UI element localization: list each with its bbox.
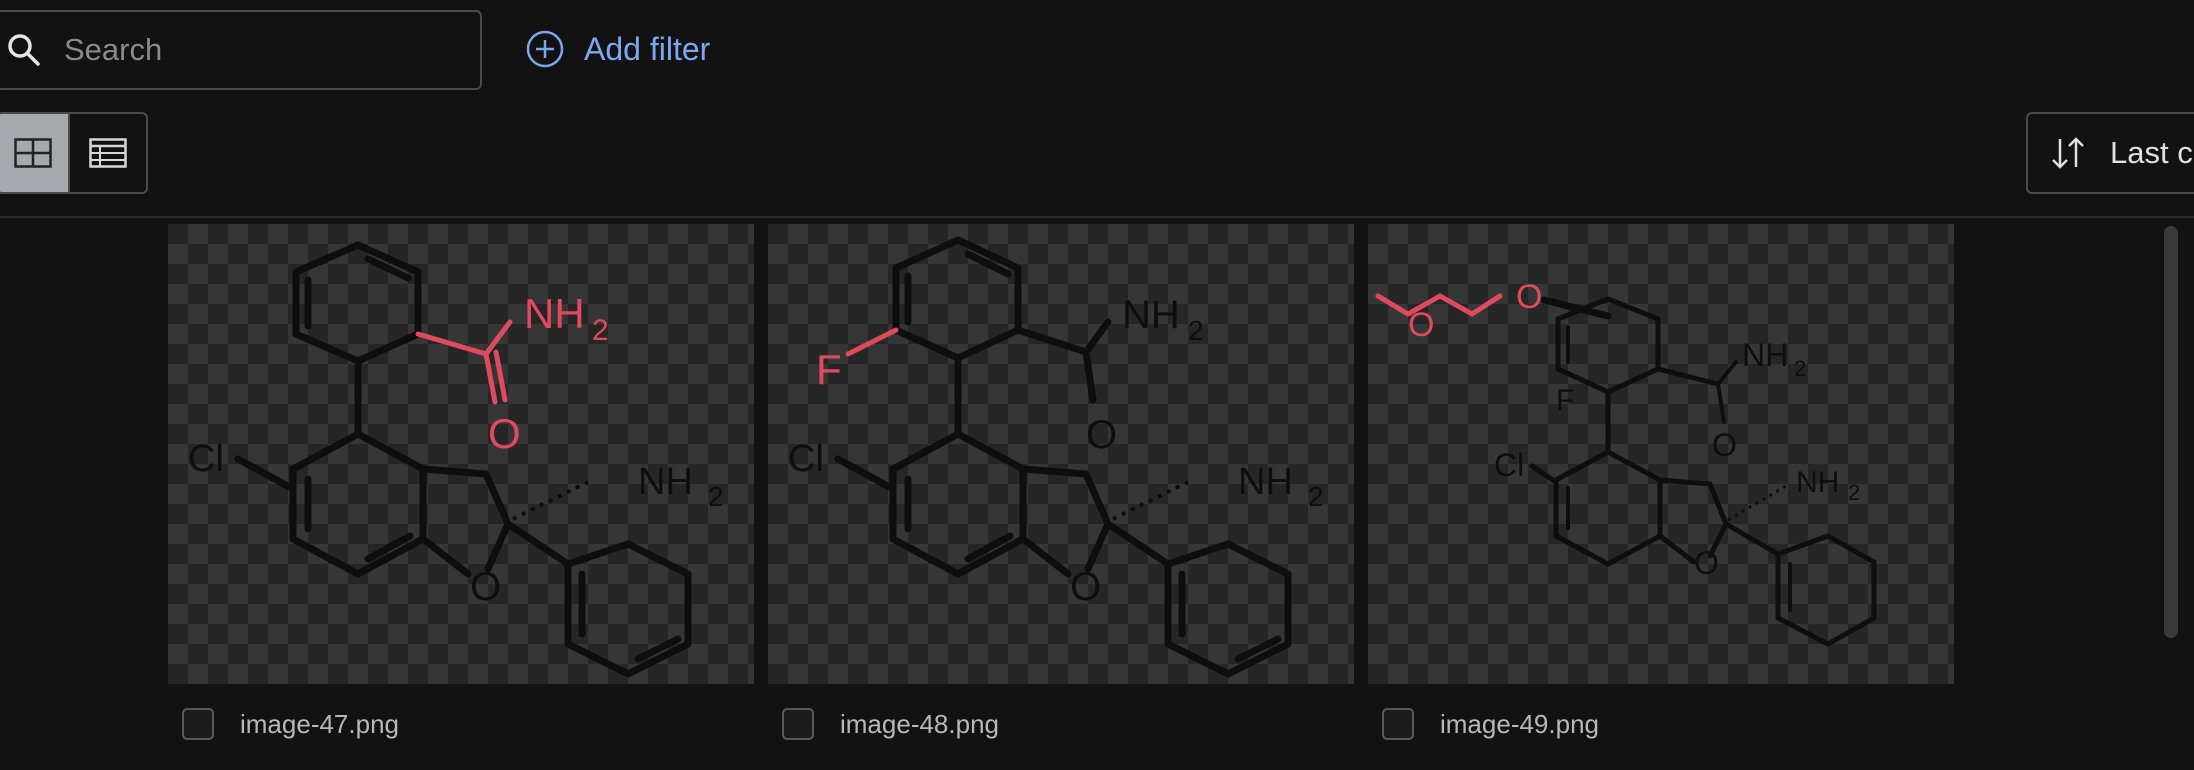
- nh2-side-label: NH: [1796, 466, 1839, 499]
- cl-label: Cl: [1494, 447, 1524, 483]
- o-label: O: [488, 410, 521, 457]
- gallery-card[interactable]: F NH 2 O Cl O NH 2 image-48.png: [768, 224, 1354, 740]
- nh2-side-label: NH: [1238, 461, 1293, 503]
- molecule-structure: O O F NH 2 O Cl O NH 2: [1375, 278, 1877, 647]
- select-checkbox[interactable]: [182, 708, 214, 740]
- o-label: O: [1712, 427, 1737, 463]
- file-name: image-48.png: [840, 708, 999, 739]
- nh2-label: NH: [1122, 293, 1180, 337]
- add-filter-button[interactable]: Add filter: [524, 28, 710, 70]
- view-toggle: [0, 112, 148, 194]
- o-label: O: [1086, 413, 1117, 457]
- add-filter-label: Add filter: [584, 30, 711, 67]
- nh2-side-label: NH: [638, 461, 693, 503]
- f-label: F: [1556, 384, 1574, 417]
- table-icon: [89, 138, 127, 168]
- plus-circle-icon: [526, 30, 564, 68]
- card-caption: image-49.png: [1382, 708, 1954, 740]
- select-checkbox[interactable]: [782, 708, 814, 740]
- molecule-structure: NH 2 O Cl O NH 2: [188, 241, 724, 678]
- toolbar-divider: [0, 216, 2194, 218]
- search-icon: [8, 34, 40, 66]
- sort-button[interactable]: Last c: [2026, 112, 2194, 194]
- ring-o-label: O: [1070, 565, 1101, 609]
- sort-label: Last c: [2110, 135, 2193, 170]
- search-input[interactable]: [62, 31, 426, 69]
- card-caption: image-48.png: [782, 708, 1354, 740]
- molecule-structure: F NH 2 O Cl O NH 2: [788, 236, 1324, 678]
- nh2-subscript: 2: [592, 314, 609, 347]
- app-root: Add filter Last c: [0, 0, 2194, 770]
- cl-label: Cl: [788, 438, 824, 480]
- nh2-subscript: 2: [1794, 356, 1806, 381]
- nh2-side-subscript: 2: [1308, 481, 1324, 512]
- search-box[interactable]: [0, 10, 482, 90]
- nh2-label: NH: [524, 290, 585, 337]
- o1-label: O: [1408, 306, 1434, 344]
- image-thumbnail[interactable]: NH 2 O Cl O NH 2: [168, 224, 754, 684]
- select-checkbox[interactable]: [1382, 708, 1414, 740]
- nh2-side-subscript: 2: [708, 481, 724, 512]
- grid-icon: [14, 138, 52, 168]
- nh2-side-subscript: 2: [1848, 480, 1860, 505]
- image-thumbnail[interactable]: O O F NH 2 O Cl O NH 2: [1368, 224, 1954, 684]
- o2-label: O: [1516, 278, 1542, 316]
- card-caption: image-47.png: [182, 708, 754, 740]
- nh2-subscript: 2: [1188, 315, 1204, 346]
- vertical-scrollbar[interactable]: [2164, 226, 2178, 638]
- gallery-card[interactable]: O O F NH 2 O Cl O NH 2 image-49.png: [1368, 224, 1954, 740]
- image-thumbnail[interactable]: F NH 2 O Cl O NH 2: [768, 224, 1354, 684]
- ring-o-label: O: [1694, 545, 1719, 581]
- f-label: F: [816, 346, 842, 393]
- sort-arrows-icon: [2052, 137, 2084, 169]
- file-name: image-47.png: [240, 708, 399, 739]
- grid-view-button[interactable]: [0, 114, 68, 192]
- file-name: image-49.png: [1440, 708, 1599, 739]
- ring-o-label: O: [470, 565, 501, 609]
- table-view-button[interactable]: [68, 114, 146, 192]
- gallery-card[interactable]: NH 2 O Cl O NH 2 image-47.png: [168, 224, 754, 740]
- cl-label: Cl: [188, 438, 224, 480]
- nh2-label: NH: [1742, 337, 1788, 373]
